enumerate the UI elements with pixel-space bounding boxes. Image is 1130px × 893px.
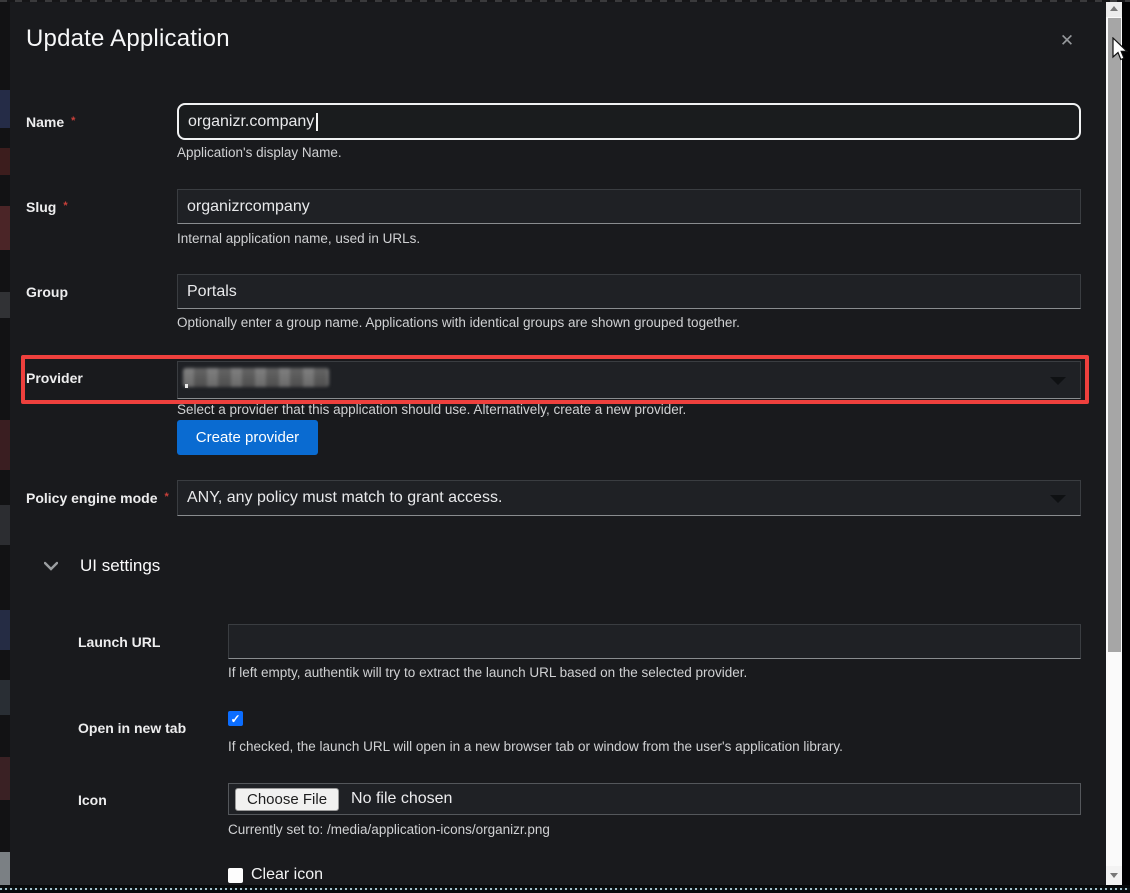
- icon-file-input[interactable]: Choose File No file chosen: [228, 783, 1081, 815]
- group-help-text: Optionally enter a group name. Applicati…: [177, 315, 740, 330]
- close-icon[interactable]: ✕: [1056, 30, 1078, 52]
- scrollbar-down-button[interactable]: [1106, 866, 1122, 885]
- group-input[interactable]: Portals: [177, 274, 1081, 309]
- dropdown-caret-icon: [1050, 377, 1066, 385]
- launch-url-input[interactable]: [228, 624, 1081, 659]
- policy-engine-mode-label: Policy engine mode*: [26, 490, 169, 506]
- provider-label: Provider: [26, 370, 83, 386]
- required-marker: *: [71, 115, 75, 127]
- icon-label: Icon: [78, 792, 107, 808]
- text-cursor: [316, 113, 318, 131]
- backdrop-patch: [0, 610, 10, 650]
- check-icon: ✓: [230, 713, 240, 725]
- selection-marquee-dots: [0, 888, 1130, 890]
- policy-engine-mode-select[interactable]: ANY, any policy must match to grant acce…: [177, 480, 1081, 516]
- launch-url-label: Launch URL: [78, 634, 160, 650]
- backdrop-patch: [0, 505, 10, 545]
- clear-icon-label: Clear icon: [251, 866, 323, 884]
- slug-label: Slug*: [26, 199, 68, 215]
- chevron-down-icon: [44, 561, 58, 571]
- file-status-text: No file chosen: [351, 790, 452, 808]
- open-in-new-tab-checkbox[interactable]: ✓: [228, 711, 243, 726]
- provider-select[interactable]: [177, 361, 1081, 399]
- required-marker: *: [63, 200, 67, 212]
- backdrop-patch: [0, 148, 10, 175]
- scrollbar-up-button[interactable]: [1106, 0, 1122, 17]
- choose-file-button[interactable]: Choose File: [235, 788, 339, 811]
- mouse-cursor: [1109, 37, 1129, 63]
- arrow-down-icon: [1110, 873, 1118, 878]
- clear-icon-checkbox[interactable]: [228, 868, 243, 883]
- create-provider-button[interactable]: Create provider: [177, 420, 318, 455]
- required-marker: *: [164, 491, 168, 503]
- backdrop-patch: [0, 680, 10, 715]
- backdrop-patch: [0, 90, 10, 128]
- slug-help-text: Internal application name, used in URLs.: [177, 231, 420, 246]
- name-help-text: Application's display Name.: [177, 145, 342, 160]
- launch-url-help-text: If left empty, authentik will try to ext…: [228, 665, 747, 680]
- backdrop-patch: [0, 852, 10, 886]
- backdrop-patch: [0, 420, 10, 470]
- open-in-new-tab-label: Open in new tab: [78, 720, 186, 736]
- backdrop-patch: [0, 206, 10, 250]
- selection-marquee-bottom: [0, 885, 1130, 893]
- icon-help-text: Currently set to: /media/application-ico…: [228, 822, 550, 837]
- ui-settings-section-label: UI settings: [80, 556, 160, 576]
- provider-help-text: Select a provider that this application …: [177, 402, 686, 417]
- page-backdrop-sliver: [0, 0, 10, 893]
- scrollbar-thumb[interactable]: [1108, 18, 1121, 652]
- open-in-new-tab-help-text: If checked, the launch URL will open in …: [228, 739, 843, 754]
- dialog-title: Update Application: [26, 25, 230, 53]
- backdrop-patch: [0, 757, 10, 800]
- slug-input[interactable]: organizrcompany: [177, 189, 1081, 224]
- selection-marquee-top: [0, 0, 1130, 2]
- dropdown-caret-icon: [1050, 495, 1066, 503]
- window-right-edge: [1122, 0, 1130, 893]
- arrow-up-icon: [1110, 6, 1118, 11]
- name-input[interactable]: organizr.company: [177, 103, 1081, 140]
- update-application-dialog-screen: Update Application ✕ Name* organizr.comp…: [0, 0, 1130, 893]
- redaction-artifact: [185, 384, 188, 388]
- ui-settings-section-toggle[interactable]: UI settings: [44, 556, 160, 576]
- name-label: Name*: [26, 114, 75, 130]
- group-label: Group: [26, 284, 68, 300]
- redacted-provider-value: [183, 368, 329, 387]
- backdrop-patch: [0, 292, 10, 318]
